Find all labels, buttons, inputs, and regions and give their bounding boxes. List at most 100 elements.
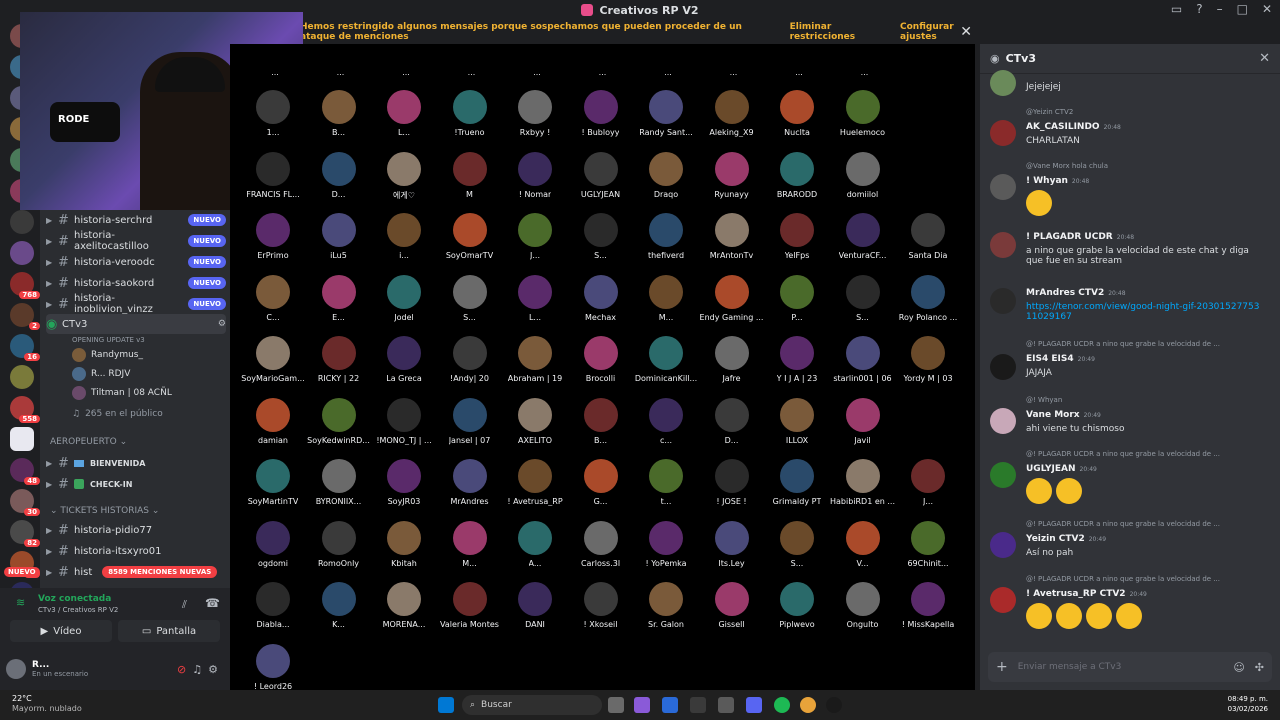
stage-participant[interactable]: S...: [437, 273, 503, 333]
stage-participant[interactable]: !Trueno: [437, 88, 503, 148]
channel-item[interactable]: ▶ # historia-inoblivion_vinzz NUEVO: [46, 293, 226, 315]
channel-item[interactable]: ▶ # historia-serchrd NUEVO: [46, 210, 226, 230]
stage-participant[interactable]: Piplwevo: [764, 580, 830, 640]
stage-participant[interactable]: Nuclta: [764, 88, 830, 148]
server-icon[interactable]: 82: [10, 520, 40, 547]
stage-participant[interactable]: Grimaldy PT: [764, 457, 830, 517]
stage-participant[interactable]: Jansel | 07: [437, 396, 503, 456]
video-button[interactable]: ▶ Vídeo: [10, 620, 112, 642]
app-icon[interactable]: [718, 697, 734, 713]
stage-participant[interactable]: Huelemoco: [830, 88, 896, 148]
avatar[interactable]: [6, 659, 26, 679]
stage-participant[interactable]: ! Leord26: [240, 642, 306, 690]
stage-participant[interactable]: damian: [240, 396, 306, 456]
stage-participant[interactable]: 에게♡: [371, 150, 437, 210]
minimize-button[interactable]: –: [1217, 2, 1223, 16]
stage-participant[interactable]: Y I J A | 23: [764, 334, 830, 394]
stage-participant[interactable]: Valeria Montes: [437, 580, 503, 640]
stage-participant[interactable]: Ongulto: [830, 580, 896, 640]
stage-participant[interactable]: V...: [830, 519, 896, 579]
voice-location[interactable]: CTv3 / Creativos RP V2: [38, 606, 118, 614]
stage-participant[interactable]: BYRONIIX...: [306, 457, 372, 517]
stage-participant[interactable]: Aleking_X9: [699, 88, 765, 148]
stage-participant[interactable]: domiilol: [830, 150, 896, 210]
server-icon[interactable]: 768: [10, 272, 40, 299]
stage-participant[interactable]: RICKY | 22: [306, 334, 372, 394]
stage-participant[interactable]: ogdomi: [240, 519, 306, 579]
stage-participant[interactable]: M...: [633, 273, 699, 333]
stage-participant[interactable]: Kbitah: [371, 519, 437, 579]
stage-participant[interactable]: ! JOSE !: [699, 457, 765, 517]
system-clock[interactable]: 08:49 p. m. 03/02/2026: [1228, 694, 1268, 714]
stage-participant[interactable]: E...: [306, 273, 372, 333]
emoji-picker-icon[interactable]: ☺: [1233, 661, 1244, 674]
stage-participant[interactable]: ErPrimo: [240, 211, 306, 271]
stage-participant[interactable]: J...: [502, 211, 568, 271]
remove-restrictions-link[interactable]: Eliminar restricciones: [790, 22, 884, 42]
stage-participant[interactable]: Jodel: [371, 273, 437, 333]
stage-participant[interactable]: SoyOmarTV: [437, 211, 503, 271]
channel-item[interactable]: ▶ # historia-saokord NUEVO: [46, 273, 226, 293]
stage-participant[interactable]: ! Bubloyy: [568, 88, 634, 148]
stage-participant[interactable]: J...: [895, 457, 961, 517]
stage-participant[interactable]: D...: [306, 150, 372, 210]
spotify-icon[interactable]: [774, 697, 790, 713]
stage-participant[interactable]: MORENA...: [371, 580, 437, 640]
chrome-icon[interactable]: [800, 697, 816, 713]
close-icon[interactable]: ✕: [960, 24, 972, 40]
stage-participant[interactable]: thefiverd: [633, 211, 699, 271]
channel-item[interactable]: ▶ # historia-axelitocastilloo NUEVO: [46, 230, 226, 252]
voice-user[interactable]: Tiltman | 08 ACÑL: [72, 384, 172, 402]
stage-participant[interactable]: AXELITO: [502, 396, 568, 456]
server-icon[interactable]: 16: [10, 334, 40, 361]
apps-icon[interactable]: ✣: [1255, 661, 1264, 674]
copilot-icon[interactable]: [634, 697, 650, 713]
stage-participant[interactable]: RomoOnly: [306, 519, 372, 579]
stage-participant[interactable]: c...: [633, 396, 699, 456]
mic-muted-icon[interactable]: ⊘: [177, 663, 186, 676]
server-icon[interactable]: [10, 365, 34, 389]
server-icon[interactable]: 2: [10, 303, 40, 330]
stage-participant[interactable]: Yordy M | 03: [895, 334, 961, 394]
stage-participant[interactable]: Ryunayy: [699, 150, 765, 210]
channel-settings-icon[interactable]: ⚙: [218, 319, 226, 329]
stage-participant[interactable]: D...: [699, 396, 765, 456]
stage-participant[interactable]: ! MissKapella: [895, 580, 961, 640]
server-icon[interactable]: [10, 210, 34, 234]
stage-participant[interactable]: 1...: [240, 88, 306, 148]
discord-icon[interactable]: [746, 697, 762, 713]
stage-participant[interactable]: Draqo: [633, 150, 699, 210]
stage-participant[interactable]: Santa Dia: [895, 211, 961, 271]
category-tickets[interactable]: ⌄ TICKETS HISTORIAS ⌄: [50, 506, 159, 516]
stage-participant[interactable]: VenturaCF...: [830, 211, 896, 271]
stage-participant[interactable]: Endy Gaming ...: [699, 273, 765, 333]
stage-participant[interactable]: Roy Polanco ...: [895, 273, 961, 333]
server-icon[interactable]: 48: [10, 458, 40, 485]
audience-count[interactable]: ♫ 265 en el público: [72, 405, 163, 423]
voice-user[interactable]: Randymus_: [72, 346, 143, 364]
stage-participant[interactable]: S...: [764, 519, 830, 579]
stage-participant[interactable]: A...: [502, 519, 568, 579]
help-icon[interactable]: ?: [1196, 2, 1202, 16]
stage-participant[interactable]: Jafre: [699, 334, 765, 394]
stage-participant[interactable]: i...: [371, 211, 437, 271]
server-icon[interactable]: 30: [10, 489, 40, 516]
close-icon[interactable]: ✕: [1259, 51, 1270, 66]
new-mentions-pill[interactable]: 8589 MENCIONES NUEVAS: [102, 566, 218, 578]
gear-icon[interactable]: ⚙: [208, 663, 218, 676]
stage-participant[interactable]: Diabla...: [240, 580, 306, 640]
channel-item[interactable]: ▶ # historia-veroodc NUEVO: [46, 252, 226, 272]
stage-participant[interactable]: La Greca: [371, 334, 437, 394]
stage-participant[interactable]: DANI: [502, 580, 568, 640]
stage-participant[interactable]: YelFps: [764, 211, 830, 271]
stage-participant[interactable]: UGLYJEAN: [568, 150, 634, 210]
add-attachment-icon[interactable]: +: [996, 659, 1008, 675]
stage-participant[interactable]: Javil: [830, 396, 896, 456]
stage-participant[interactable]: B...: [306, 88, 372, 148]
close-window-button[interactable]: ✕: [1262, 2, 1272, 16]
screen-share-button[interactable]: ▭ Pantalla: [118, 620, 220, 642]
chat-input[interactable]: [1017, 662, 1224, 672]
store-icon[interactable]: [662, 697, 678, 713]
stage-participant[interactable]: Abraham | 19: [502, 334, 568, 394]
stage-participant[interactable]: MrAndres: [437, 457, 503, 517]
